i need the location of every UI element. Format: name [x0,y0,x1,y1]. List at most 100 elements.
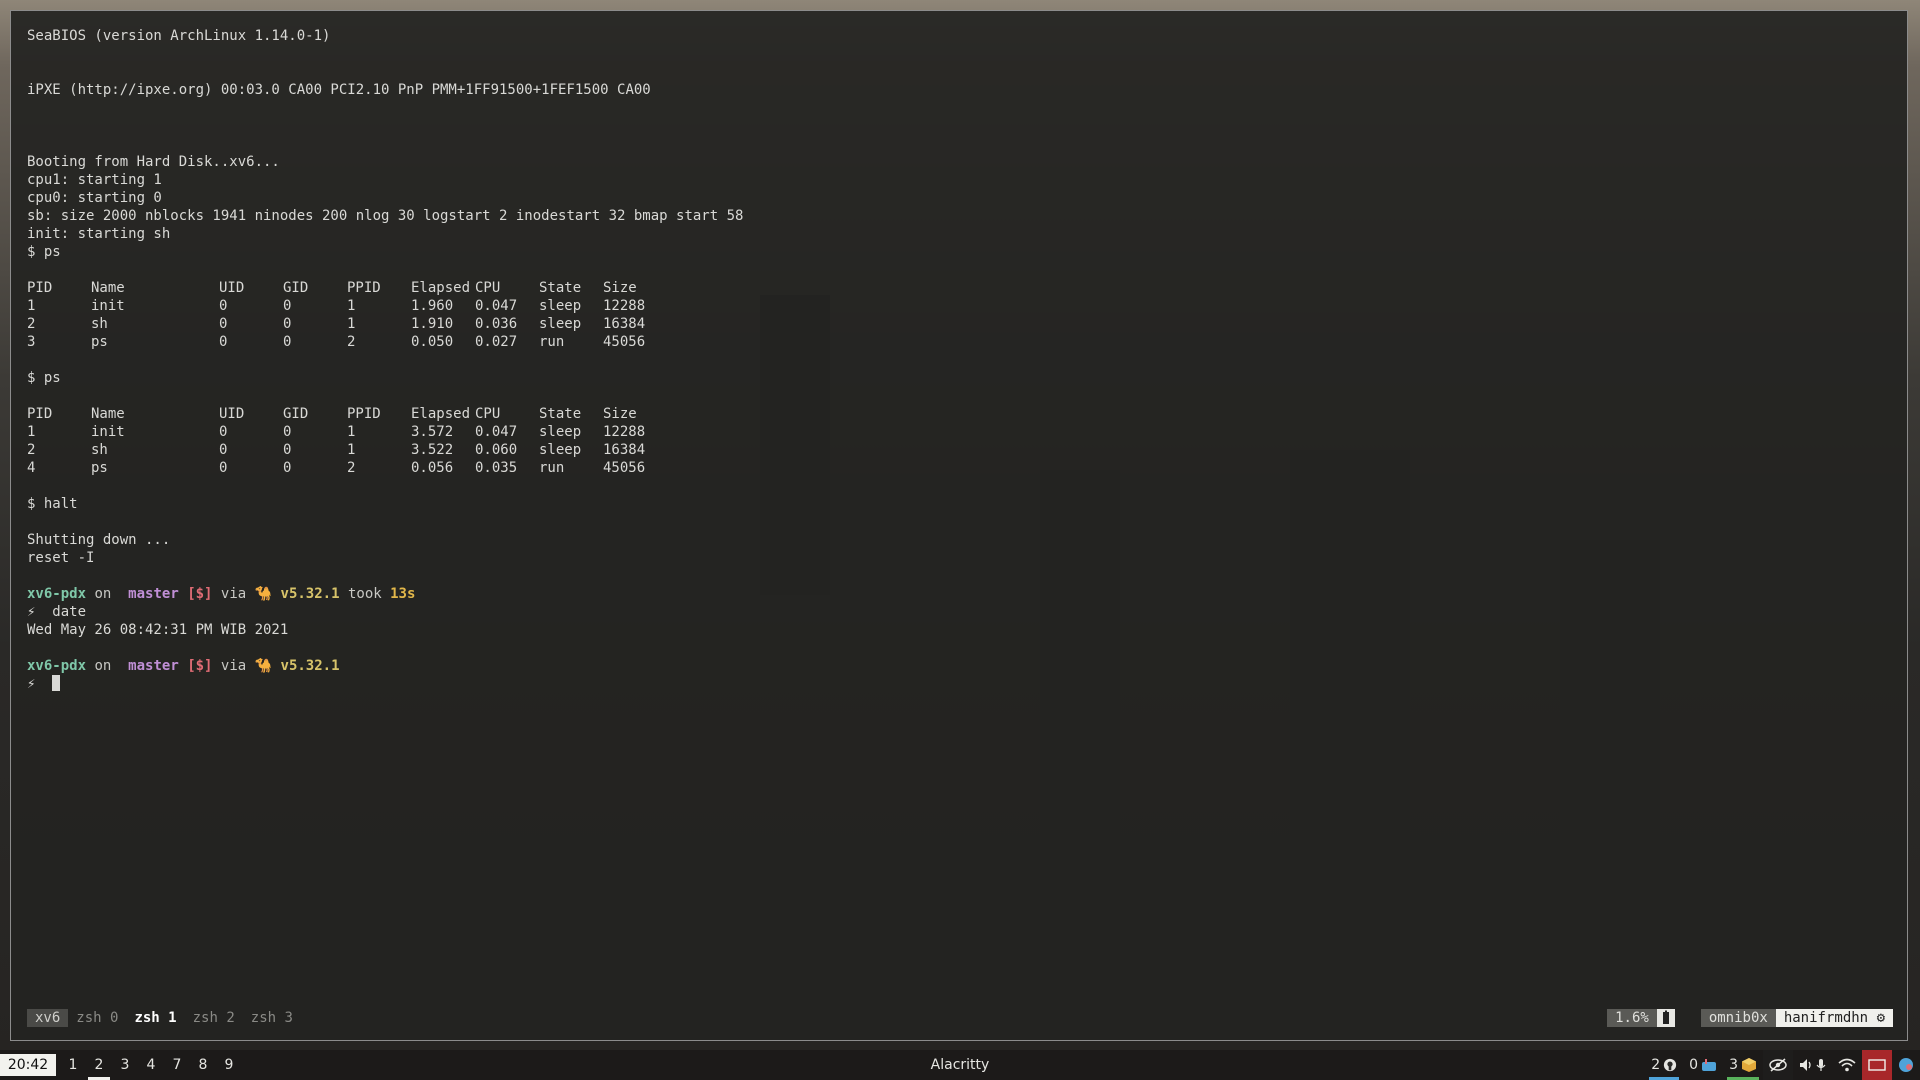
text-cursor[interactable] [52,675,61,691]
ps-cell: 0 [219,334,228,350]
wifi-icon [1838,1058,1856,1072]
terminal-window[interactable]: SeaBIOS (version ArchLinux 1.14.0-1) iPXE… [10,10,1908,1041]
ps-cell: 0.035 [475,460,518,476]
ps-header-cell: Elapsed [411,280,471,296]
ps-header-cell: PID [27,280,53,296]
tmux-window-0[interactable]: zsh 0 [68,1009,126,1027]
tmux-session-name[interactable]: xv6 [27,1009,69,1027]
ps-header-cell: Size [603,280,637,296]
package-icon [1741,1057,1757,1073]
ps-cell: 2 [347,334,356,350]
boot-log-line [27,63,1887,81]
ps-header-cell: GID [283,406,309,422]
ps-cell: sh [91,316,108,332]
boot-log-line: iPXE (http://ipxe.org) 00:03.0 CA00 PCI2… [27,82,651,98]
ps-cell: 0.047 [475,298,518,314]
ps-cell: 0 [219,316,228,332]
ps-cell: 0 [219,298,228,314]
ps-cell: 0 [283,316,292,332]
tmux-window-2[interactable]: zsh 2 [185,1009,243,1027]
ps-header-cell: PPID [347,280,381,296]
boot-log-line: init: starting sh [27,226,171,242]
command-line: ⚡ date [27,603,1887,621]
ps-cell: 0 [283,334,292,350]
tmux-status-bar: xv6 zsh 0 zsh 1 zsh 2 zsh 3 1.6% omnib0x… [27,1009,1893,1027]
boot-log-line [27,117,1887,135]
ps-cell: 2 [27,442,36,458]
ps-cell: 1 [27,424,36,440]
username-text: hanifrmdhn [1783,1010,1869,1026]
ps-cell: run [539,460,565,476]
package-updates[interactable]: 3 [1723,1050,1763,1080]
tmux-window-1[interactable]: zsh 1 [126,1009,184,1027]
ps-cell: 45056 [603,460,646,476]
ps-cell: 0 [219,442,228,458]
ps-cell: sh [91,442,108,458]
prompt-perl-version: v5.32.1 [280,658,340,674]
ps-header-row: PID Name UID GID PPID Elapsed CPU State Size [27,279,1887,297]
ps-header-cell: Name [91,406,125,422]
ps-cell: 0 [283,460,292,476]
ps-cell: 12288 [603,298,646,314]
display-indicator[interactable] [1862,1050,1892,1080]
ps-header-cell: UID [219,280,245,296]
ps-cell: 0.056 [411,460,454,476]
wifi-status[interactable] [1832,1050,1862,1080]
privacy-toggle[interactable] [1763,1050,1793,1080]
username: hanifrmdhn ⚙ [1775,1009,1893,1027]
boot-log-line: $ ps [27,244,61,260]
battery-icon [1656,1009,1675,1027]
ps-cell: sleep [539,442,582,458]
tmux-status-right: 1.6% omnib0x hanifrmdhn ⚙ [1607,1009,1893,1027]
ps-cell: 12288 [603,424,646,440]
ps-header-cell: UID [219,406,245,422]
app-indicator[interactable] [1892,1050,1920,1080]
ps-cell: ps [91,334,108,350]
microphone-icon [1816,1058,1826,1072]
ps-cell: 0.027 [475,334,518,350]
mail-count: 0 [1689,1057,1699,1073]
command-line[interactable]: ⚡ [27,675,1887,693]
prompt-branch: master [128,658,179,674]
boot-log: SeaBIOS (version ArchLinux 1.14.0-1) iPXE… [27,27,1887,261]
ps-header-cell: PPID [347,406,381,422]
prompt-on: on [86,658,120,674]
ps-row: 3 ps 0 0 2 0.050 0.027 run 45056 [27,333,1887,351]
tmux-window-3[interactable]: zsh 3 [243,1009,301,1027]
prompt-directory: xv6-pdx [27,586,87,602]
monitor-icon [1868,1059,1886,1071]
mailbox-icon [1701,1058,1717,1072]
volume-control[interactable] [1793,1050,1832,1080]
ps-row: 1 init 0 0 1 3.572 0.047 sleep 12288 [27,423,1887,441]
speaker-icon [1799,1058,1813,1072]
ps-header-cell: State [539,280,582,296]
camel-icon: 🐪 [254,658,273,674]
ps-cell: 3 [27,334,36,350]
ps-cell: 0 [219,424,228,440]
ps-header-cell: Elapsed [411,406,471,422]
ps-row: 2 sh 0 0 1 1.910 0.036 sleep 16384 [27,315,1887,333]
ps-cell: 1 [27,298,36,314]
ps-cell: 1 [347,298,356,314]
ps-cell: sleep [539,424,582,440]
date-output: Wed May 26 08:42:31 PM WIB 2021 [27,622,289,638]
ps-cell: 0 [283,298,292,314]
updates-count: 3 [1729,1057,1738,1073]
boot-log-line: SeaBIOS (version ArchLinux 1.14.0-1) [27,28,331,44]
ps-cell: 16384 [603,316,646,332]
ps-cell: ps [91,460,108,476]
github-notifications[interactable]: 2 [1645,1050,1683,1080]
command-line: $ halt [27,496,78,512]
ps-cell: sleep [539,298,582,314]
ps-cell: 4 [27,460,36,476]
prompt-duration: 13s [390,586,416,602]
ps-header-cell: GID [283,280,309,296]
prompt-directory: xv6-pdx [27,658,87,674]
gear-icon: ⚙ [1876,1010,1885,1026]
mail-notifications[interactable]: 0 [1683,1050,1723,1080]
